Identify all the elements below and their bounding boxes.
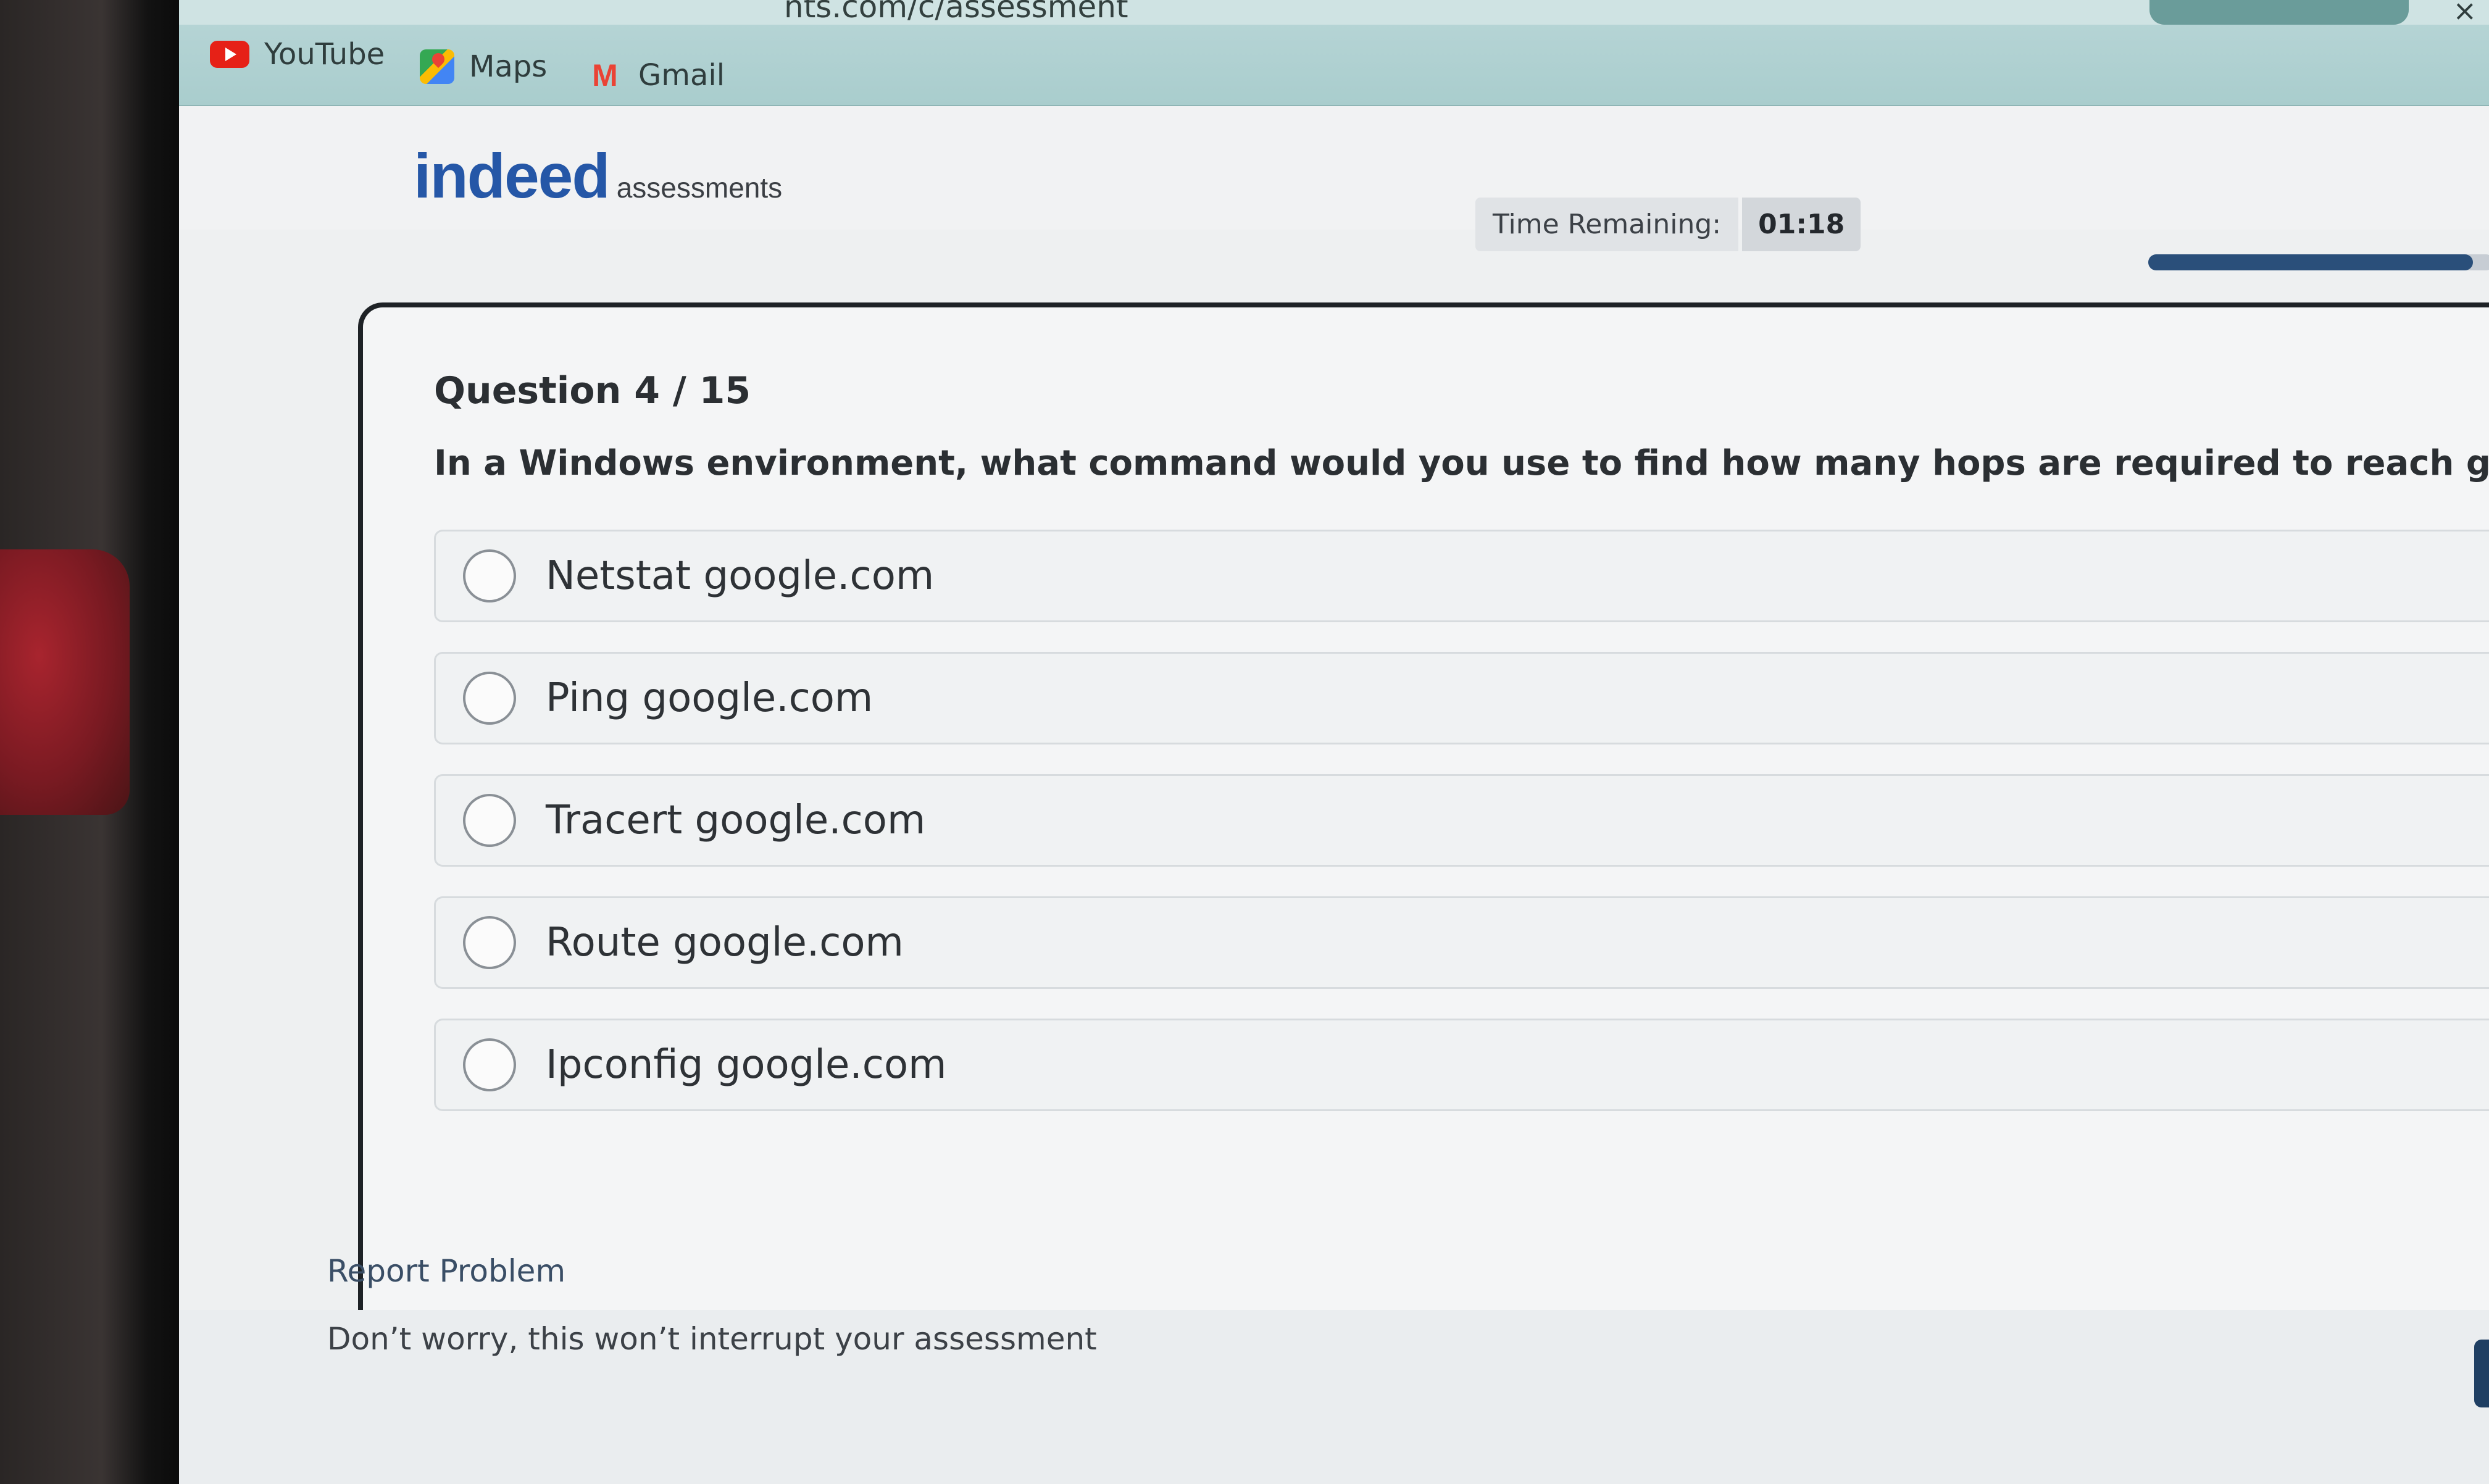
radio-button[interactable] <box>463 794 516 847</box>
bookmarks-bar: YouTube Maps M Gmail <box>179 12 2489 106</box>
answer-label: Route google.com <box>546 920 904 965</box>
question-number: Question 4 / 15 <box>434 369 751 412</box>
address-bar[interactable]: nts.com/c/assessment × <box>179 0 2489 27</box>
time-remaining: Time Remaining: 01:18 <box>1475 198 1861 251</box>
bookmark-maps[interactable]: Maps <box>420 49 547 84</box>
bookmark-label: Gmail <box>638 58 725 93</box>
timer-value: 01:18 <box>1742 198 1861 251</box>
radio-button[interactable] <box>463 1038 516 1091</box>
question-card: Question 4 / 15 In a Windows environment… <box>358 302 2489 1337</box>
bookmark-label: Maps <box>469 49 548 84</box>
answer-option[interactable]: Route google.com <box>434 896 2489 989</box>
answer-options: Netstat google.com Ping google.com Trace… <box>434 530 2489 1141</box>
radio-button[interactable] <box>463 916 516 969</box>
close-icon[interactable]: × <box>2453 0 2477 27</box>
bookmark-label: YouTube <box>264 37 385 72</box>
answer-label: Ping google.com <box>546 675 873 721</box>
youtube-icon <box>210 41 249 68</box>
logo-wordmark: indeed <box>414 141 611 211</box>
gmail-icon: M <box>592 58 618 93</box>
account-button[interactable] <box>2149 0 2409 25</box>
background-object <box>0 549 130 815</box>
side-tab[interactable] <box>2474 1340 2489 1407</box>
answer-label: Tracert google.com <box>546 798 926 843</box>
indeed-assessments-logo: indeed assessments <box>414 140 782 212</box>
bookmark-youtube[interactable]: YouTube <box>210 37 385 72</box>
answer-option[interactable]: Tracert google.com <box>434 774 2489 867</box>
answer-label: Ipconfig google.com <box>546 1042 947 1088</box>
answer-option[interactable]: Ipconfig google.com <box>434 1019 2489 1111</box>
report-problem-link[interactable]: Report Problem <box>327 1253 565 1289</box>
progress-fill <box>2148 254 2474 270</box>
maps-icon <box>420 49 454 84</box>
question-text: In a Windows environment, what command w… <box>434 443 2489 483</box>
report-note: Don’t worry, this won’t interrupt your a… <box>327 1321 1097 1357</box>
assessment-progress-bar <box>2148 254 2489 270</box>
logo-subtitle: assessments <box>616 172 783 204</box>
radio-button[interactable] <box>463 672 516 725</box>
answer-option[interactable]: Ping google.com <box>434 652 2489 744</box>
url-text: nts.com/c/assessment <box>784 0 1128 25</box>
browser-window: YouTube Maps M Gmail nts.com/c/assessmen… <box>179 0 2489 1484</box>
answer-option[interactable]: Netstat google.com <box>434 530 2489 622</box>
timer-label: Time Remaining: <box>1475 198 1739 251</box>
page-header: indeed assessments Time Remaining: 01:18 <box>179 106 2489 270</box>
answer-label: Netstat google.com <box>546 553 935 599</box>
bookmark-gmail[interactable]: M Gmail <box>586 58 725 93</box>
radio-button[interactable] <box>463 549 516 602</box>
